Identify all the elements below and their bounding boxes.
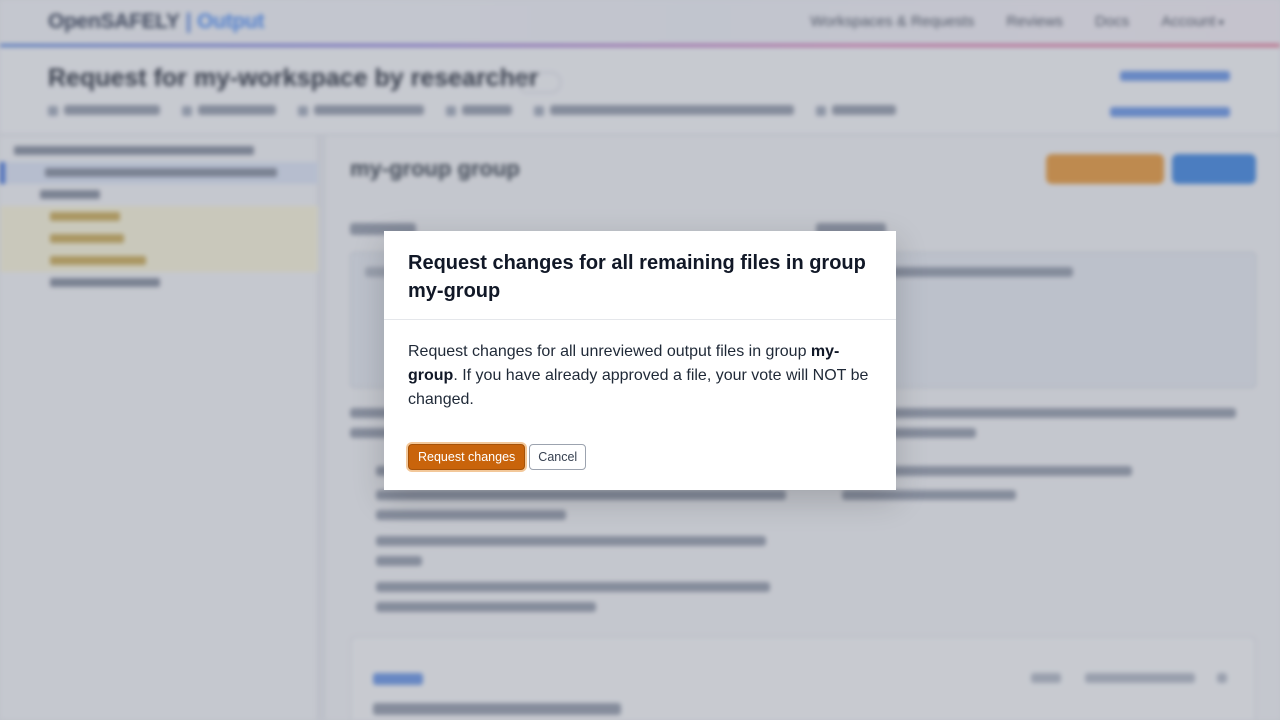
request-changes-button[interactable]: Request changes [408, 444, 526, 470]
dialog-message-suffix: . If you have already approved a file, y… [408, 367, 869, 408]
cancel-button[interactable]: Cancel [529, 444, 587, 470]
dialog-message-prefix: Request changes for all unreviewed outpu… [408, 343, 811, 360]
dialog-body: Request changes for all unreviewed outpu… [384, 320, 896, 412]
dialog-message: Request changes for all unreviewed outpu… [408, 340, 872, 412]
dialog-actions: Request changes Cancel [408, 444, 587, 470]
dialog-title: Request changes for all remaining files … [408, 252, 866, 302]
dialog-header: Request changes for all remaining files … [384, 231, 896, 320]
request-changes-dialog: Request changes for all remaining files … [384, 231, 896, 490]
